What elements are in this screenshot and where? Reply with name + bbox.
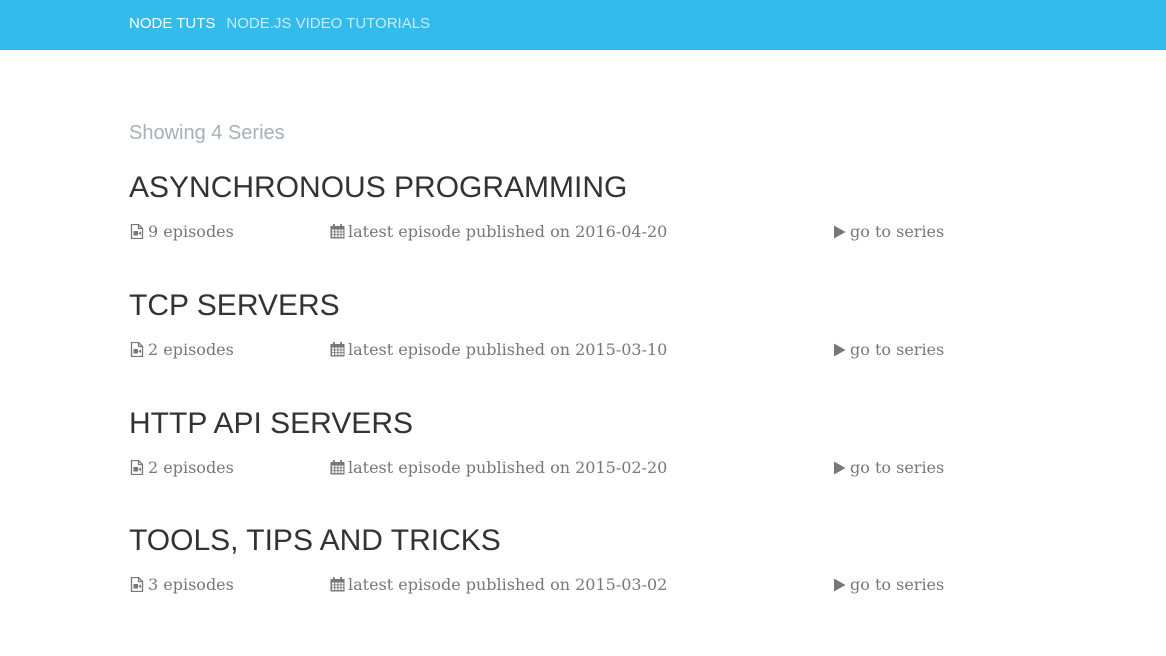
series-title[interactable]: TOOLS, TIPS AND TRICKS (129, 523, 1029, 559)
play-icon (831, 342, 847, 358)
play-icon (831, 577, 847, 593)
site-subtitle: NODE.JS VIDEO TUTORIALS (226, 14, 431, 32)
series-count: Showing 4 Series (129, 122, 285, 144)
go-to-series-label[interactable]: go to series (850, 222, 944, 241)
series-meta: 3 episodes latest episode published on 2… (129, 575, 1029, 597)
video-file-icon (129, 460, 145, 476)
video-file-icon (129, 224, 145, 240)
episode-count-label: 2 episodes (148, 340, 234, 359)
series-item: ASYNCHRONOUS PROGRAMMING 9 episodes late… (129, 170, 1029, 244)
go-to-series-label[interactable]: go to series (850, 340, 944, 359)
calendar-icon (329, 342, 345, 358)
brand-link[interactable]: NODE TUTS (129, 15, 215, 32)
published-label: latest episode published on 2015-03-02 (348, 575, 668, 594)
go-to-series-link[interactable]: go to series (831, 575, 944, 594)
series-meta: 2 episodes latest episode published on 2… (129, 458, 1029, 480)
published-date: latest episode published on 2015-02-20 (329, 458, 667, 477)
episode-count-label: 9 episodes (148, 222, 234, 241)
series-title[interactable]: TCP SERVERS (129, 288, 1029, 324)
calendar-icon (329, 577, 345, 593)
play-icon (831, 460, 847, 476)
episode-count: 2 episodes (129, 340, 234, 359)
play-icon (831, 224, 847, 240)
video-file-icon (129, 342, 145, 358)
published-label: latest episode published on 2015-02-20 (348, 458, 668, 477)
series-title[interactable]: HTTP API SERVERS (129, 406, 1029, 442)
published-date: latest episode published on 2015-03-02 (329, 575, 667, 594)
series-meta: 2 episodes latest episode published on 2… (129, 340, 1029, 362)
calendar-icon (329, 224, 345, 240)
published-label: latest episode published on 2015-03-10 (348, 340, 668, 359)
published-date: latest episode published on 2015-03-10 (329, 340, 667, 359)
go-to-series-link[interactable]: go to series (831, 340, 944, 359)
go-to-series-label[interactable]: go to series (850, 575, 944, 594)
published-date: latest episode published on 2016-04-20 (329, 222, 667, 241)
go-to-series-label[interactable]: go to series (850, 458, 944, 477)
episode-count-label: 2 episodes (148, 458, 234, 477)
episode-count: 3 episodes (129, 575, 234, 594)
go-to-series-link[interactable]: go to series (831, 222, 944, 241)
episode-count: 9 episodes (129, 222, 234, 241)
calendar-icon (329, 460, 345, 476)
episode-count-label: 3 episodes (148, 575, 234, 594)
top-navbar: NODE TUTS NODE.JS VIDEO TUTORIALS (0, 0, 1166, 50)
published-label: latest episode published on 2016-04-20 (348, 222, 668, 241)
series-meta: 9 episodes latest episode published on 2… (129, 222, 1029, 244)
series-item: TCP SERVERS 2 episodes latest episode pu… (129, 288, 1029, 362)
episode-count: 2 episodes (129, 458, 234, 477)
series-title[interactable]: ASYNCHRONOUS PROGRAMMING (129, 170, 1029, 206)
video-file-icon (129, 577, 145, 593)
go-to-series-link[interactable]: go to series (831, 458, 944, 477)
series-item: TOOLS, TIPS AND TRICKS 3 episodes latest… (129, 523, 1029, 597)
series-item: HTTP API SERVERS 2 episodes latest episo… (129, 406, 1029, 480)
